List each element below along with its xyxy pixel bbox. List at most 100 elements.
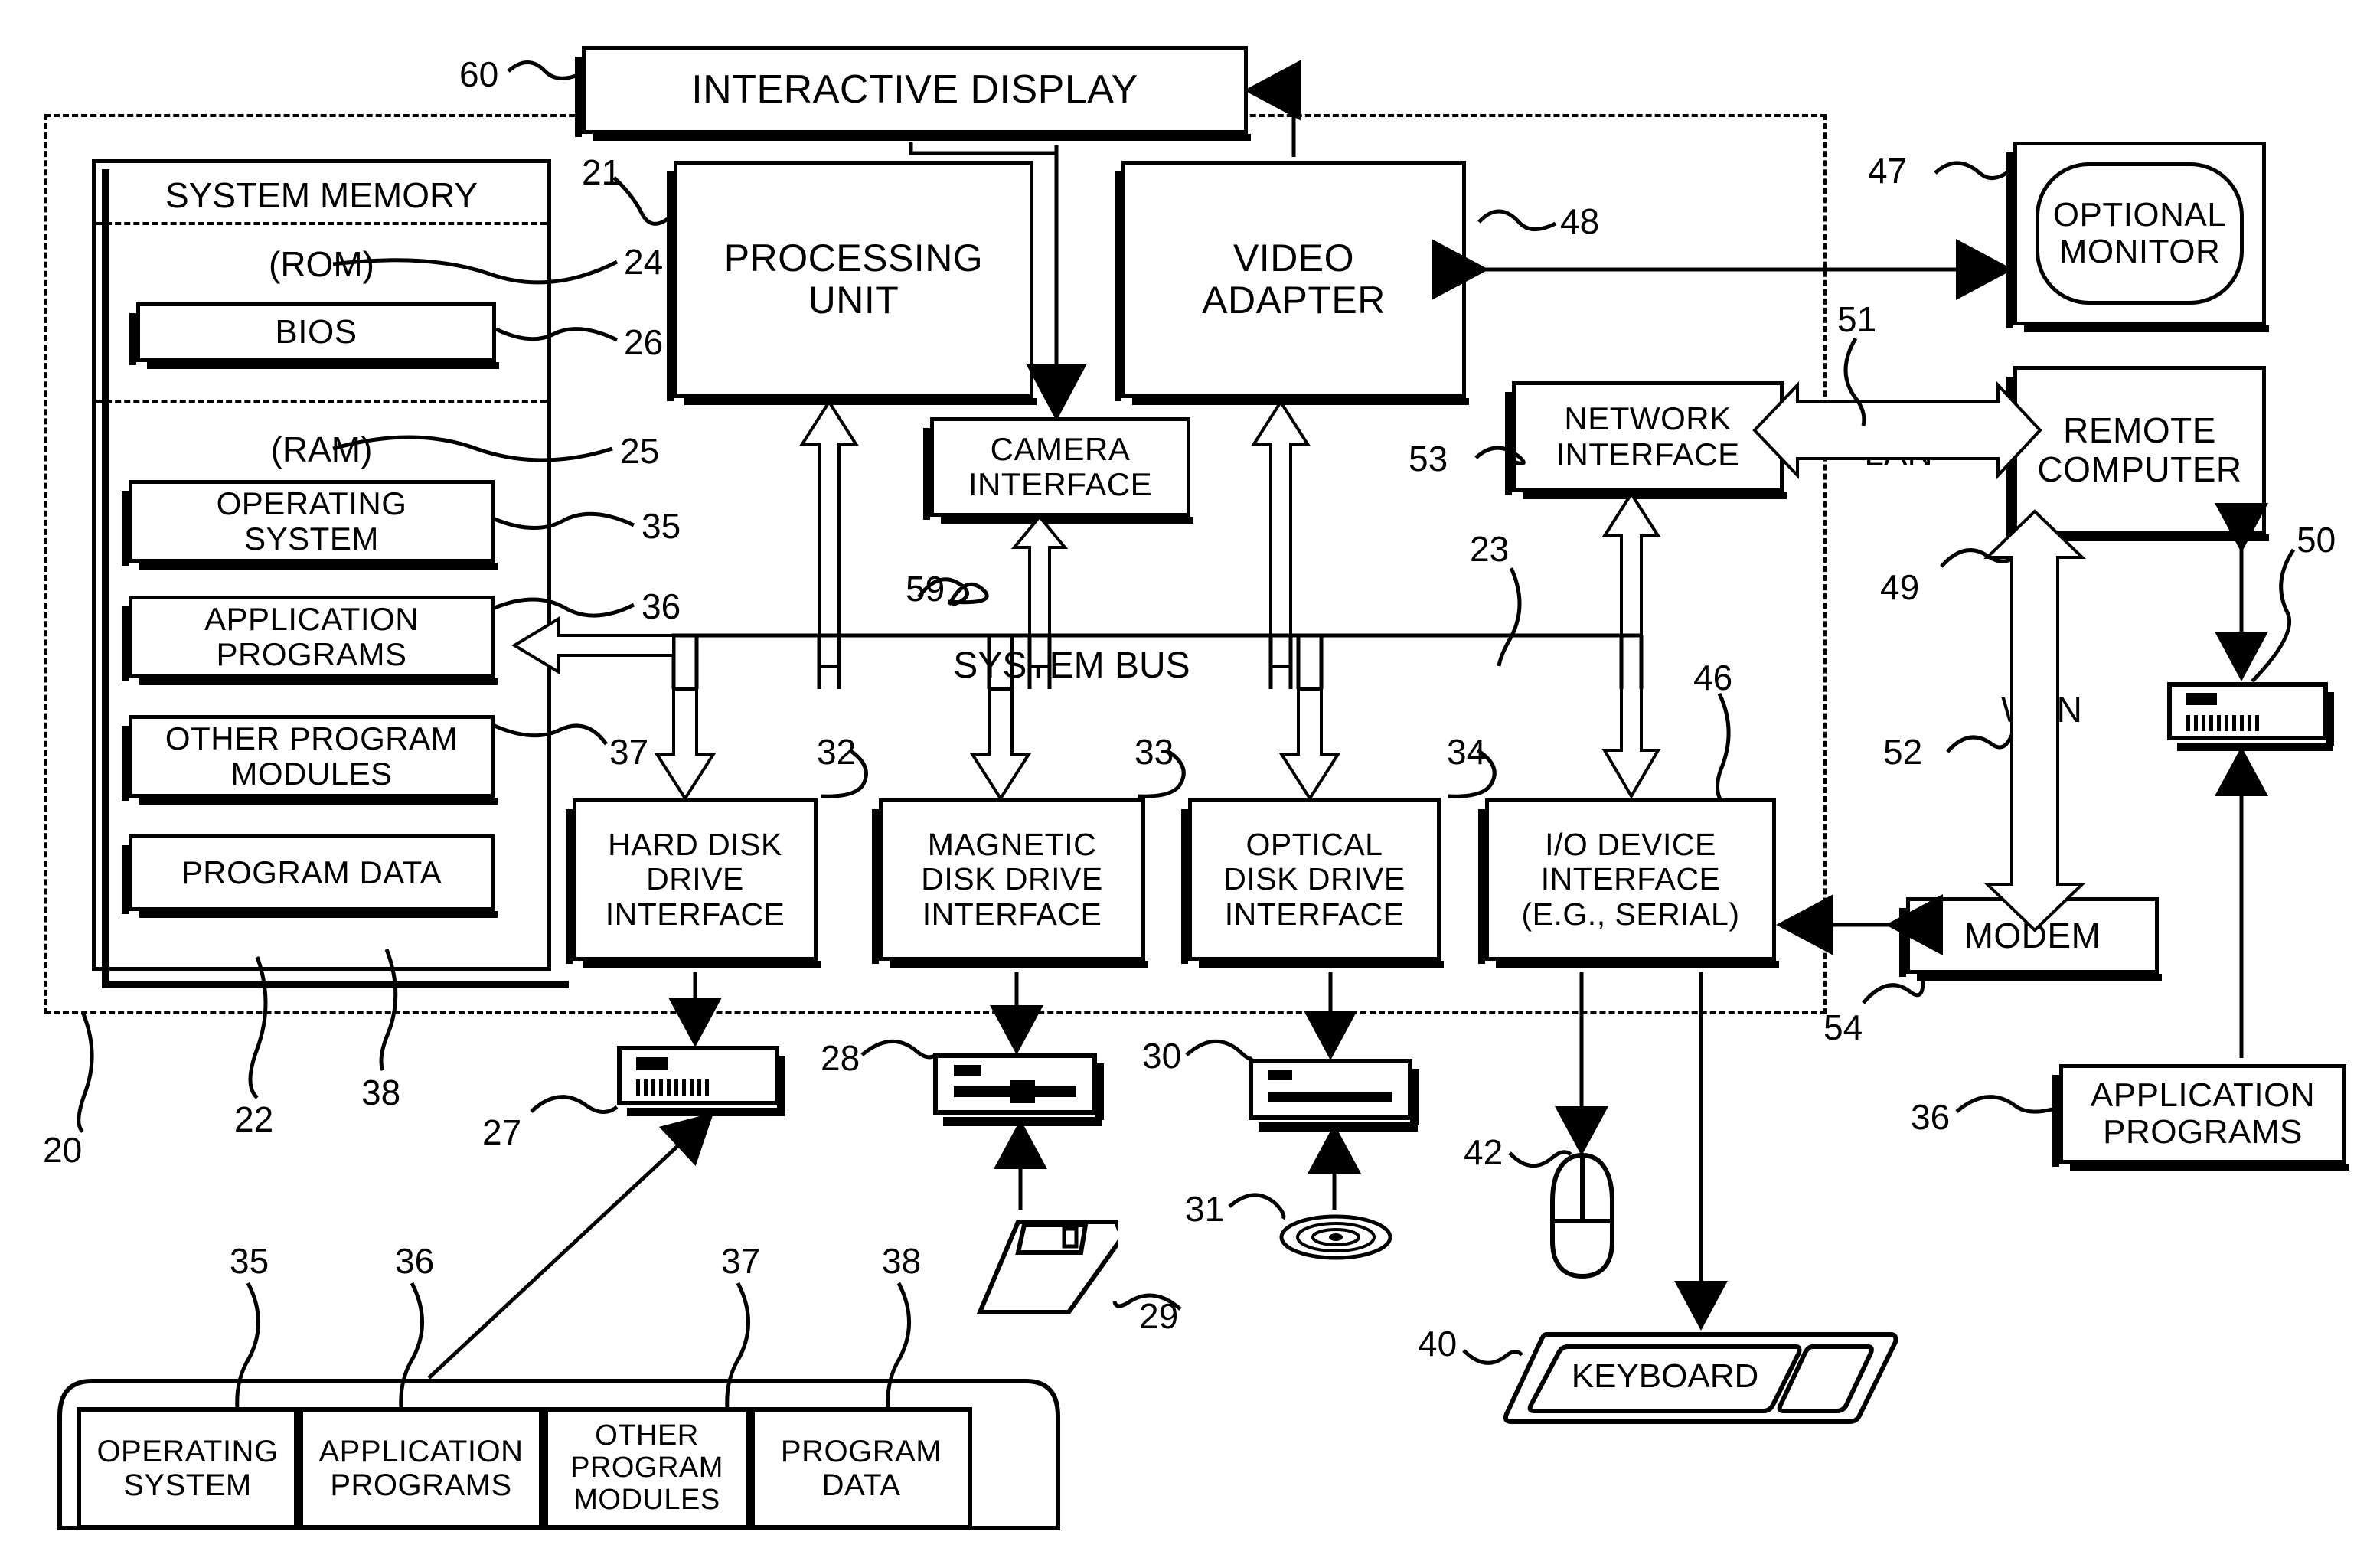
storage-row-operating-system-line2: SYSTEM	[123, 1468, 252, 1502]
processing-unit-label-line2: UNIT	[808, 279, 899, 322]
ref-numeral-38: 38	[361, 1073, 401, 1112]
ref-numeral-34: 34	[1447, 732, 1487, 772]
keyboard-icon[interactable]: KEYBOARD	[1500, 1328, 1898, 1428]
optical-disk-drive-interface-block: OPTICAL DISK DRIVE INTERFACE	[1181, 798, 1444, 968]
ref-numeral-52: 52	[1883, 732, 1923, 772]
keyboard-label: KEYBOARD	[1571, 1357, 1759, 1395]
mouse-icon[interactable]	[1548, 1151, 1617, 1281]
ref-numeral-37: 37	[609, 732, 649, 772]
magnetic-disk-drive-icon	[932, 1053, 1104, 1126]
hard-disk-drive-interface-label-line3: INTERFACE	[605, 896, 785, 932]
memory-application-programs-label-line1: APPLICATION	[204, 600, 420, 637]
processing-unit-block: PROCESSING UNIT	[667, 161, 1037, 405]
remote-computer-label-line1: REMOTE	[2063, 410, 2216, 451]
hard-disk-drive-interface-label-line2: DRIVE	[646, 861, 744, 897]
video-adapter-label-line2: ADAPTER	[1202, 279, 1386, 322]
hard-disk-drive-interface-label-line1: HARD DISK	[608, 827, 782, 863]
remote-application-programs-label-line2: PROGRAMS	[2103, 1113, 2303, 1151]
ref-numeral-33: 33	[1134, 732, 1174, 772]
storage-row-other-program-modules-line2: PROGRAM	[570, 1452, 723, 1484]
memory-other-program-modules-label-line1: OTHER PROGRAM	[165, 720, 459, 756]
ref-numeral-53: 53	[1409, 439, 1448, 478]
storage-row-program-data-line1: PROGRAM	[780, 1435, 942, 1468]
ref-numeral-23: 23	[1470, 529, 1510, 569]
optical-disc-icon	[1278, 1213, 1393, 1261]
ref-numeral-59: 59	[906, 569, 945, 609]
storage-row-application-programs-line2: PROGRAMS	[330, 1468, 512, 1502]
ref-numeral-28: 28	[821, 1038, 860, 1078]
magnetic-disk-drive-interface-label-line2: DISK DRIVE	[921, 861, 1103, 897]
magnetic-disk-drive-interface-label-line1: MAGNETIC	[927, 827, 1097, 863]
ref-numeral-27: 27	[482, 1112, 522, 1152]
ref-numeral-46: 46	[1693, 658, 1733, 697]
ref-numeral-21: 21	[582, 152, 622, 192]
ref-numeral-35-storage: 35	[230, 1241, 269, 1281]
optional-monitor-block: OPTIONAL MONITOR	[2006, 142, 2269, 332]
ref-numeral-29: 29	[1139, 1296, 1179, 1336]
optical-disk-drive-icon	[1248, 1058, 1419, 1132]
hard-disk-drive-interface-block: HARD DISK DRIVE INTERFACE	[566, 798, 821, 968]
remote-application-programs-block: APPLICATION PROGRAMS	[2052, 1064, 2349, 1171]
ref-numeral-38-storage: 38	[882, 1241, 922, 1281]
ref-numeral-32: 32	[817, 732, 857, 772]
floppy-disk-icon	[965, 1216, 1125, 1319]
memory-operating-system-label-line2: SYSTEM	[244, 521, 379, 557]
ref-numeral-30: 30	[1142, 1036, 1182, 1076]
memory-operating-system-label-line1: OPERATING	[216, 485, 407, 521]
ref-numeral-49: 49	[1880, 567, 1920, 607]
io-device-interface-label-line3: (E.G., SERIAL)	[1521, 896, 1740, 932]
remote-hard-disk-icon	[2166, 681, 2334, 751]
remote-application-programs-label-line1: APPLICATION	[2090, 1076, 2316, 1114]
optional-monitor-label-line2: MONITOR	[2058, 233, 2221, 270]
ref-numeral-24: 24	[624, 242, 664, 282]
hard-disk-drive-icon	[616, 1045, 785, 1116]
ref-numeral-48: 48	[1560, 201, 1600, 241]
io-device-interface-label-line2: INTERFACE	[1540, 861, 1721, 897]
storage-row-operating-system-line1: OPERATING	[96, 1435, 279, 1468]
interactive-display-block[interactable]: INTERACTIVE DISPLAY	[575, 46, 1251, 141]
memory-application-programs-label-line2: PROGRAMS	[216, 636, 407, 672]
modem-block: MODEM	[1899, 897, 2162, 981]
ref-numeral-36-remote: 36	[1911, 1097, 1951, 1137]
bios-block: BIOS	[129, 302, 499, 369]
magnetic-disk-drive-interface-block: MAGNETIC DISK DRIVE INTERFACE	[872, 798, 1148, 968]
modem-label: MODEM	[1964, 915, 2101, 955]
magnetic-disk-drive-interface-label-line3: INTERFACE	[922, 896, 1102, 932]
ref-numeral-47: 47	[1868, 151, 1908, 191]
ref-numeral-31: 31	[1185, 1189, 1225, 1229]
io-device-interface-block: I/O DEVICE INTERFACE (E.G., SERIAL)	[1478, 798, 1779, 968]
processing-unit-label-line1: PROCESSING	[723, 237, 984, 279]
memory-program-data-block: PROGRAM DATA	[122, 834, 498, 918]
ref-numeral-26: 26	[624, 322, 664, 362]
network-interface-block: NETWORK INTERFACE	[1505, 381, 1787, 499]
network-interface-label-line2: INTERFACE	[1556, 436, 1740, 472]
ram-divider	[96, 400, 547, 403]
bios-label: BIOS	[275, 312, 357, 351]
rom-divider	[96, 222, 547, 225]
remote-computer-block: REMOTE COMPUTER	[2006, 366, 2269, 541]
storage-row-application-programs: APPLICATION PROGRAMS	[299, 1407, 544, 1530]
ref-numeral-35: 35	[642, 506, 681, 546]
remote-computer-label-line2: COMPUTER	[2037, 449, 2242, 489]
ref-numeral-40: 40	[1418, 1324, 1458, 1363]
camera-interface-label-line1: CAMERA	[990, 430, 1131, 467]
ref-numeral-42: 42	[1464, 1132, 1503, 1172]
optional-monitor-label-line1: OPTIONAL	[2052, 195, 2227, 234]
ref-numeral-51: 51	[1837, 299, 1877, 339]
camera-interface-label-line2: INTERFACE	[968, 466, 1153, 502]
storage-row-other-program-modules-line3: MODULES	[573, 1483, 720, 1516]
memory-program-data-label: PROGRAM DATA	[181, 854, 442, 890]
memory-other-program-modules-block: OTHER PROGRAM MODULES	[122, 715, 498, 805]
storage-row-other-program-modules: OTHER PROGRAM MODULES	[544, 1407, 750, 1530]
storage-row-other-program-modules-line1: OTHER	[595, 1419, 699, 1452]
storage-row-application-programs-line1: APPLICATION	[318, 1435, 524, 1468]
ram-label: (RAM)	[270, 429, 373, 469]
ref-numeral-20: 20	[43, 1130, 83, 1170]
ref-numeral-37-storage: 37	[721, 1241, 761, 1281]
camera-interface-block: CAMERA INTERFACE	[923, 417, 1193, 524]
video-adapter-block: VIDEO ADAPTER	[1115, 161, 1469, 405]
optical-disk-drive-interface-label-line3: INTERFACE	[1224, 896, 1405, 932]
io-device-interface-label-line1: I/O DEVICE	[1545, 827, 1716, 863]
memory-application-programs-block: APPLICATION PROGRAMS	[122, 596, 498, 685]
patent-figure-canvas: INTERACTIVE DISPLAY 60 SYSTEM MEMORY (RO…	[0, 0, 2380, 1548]
